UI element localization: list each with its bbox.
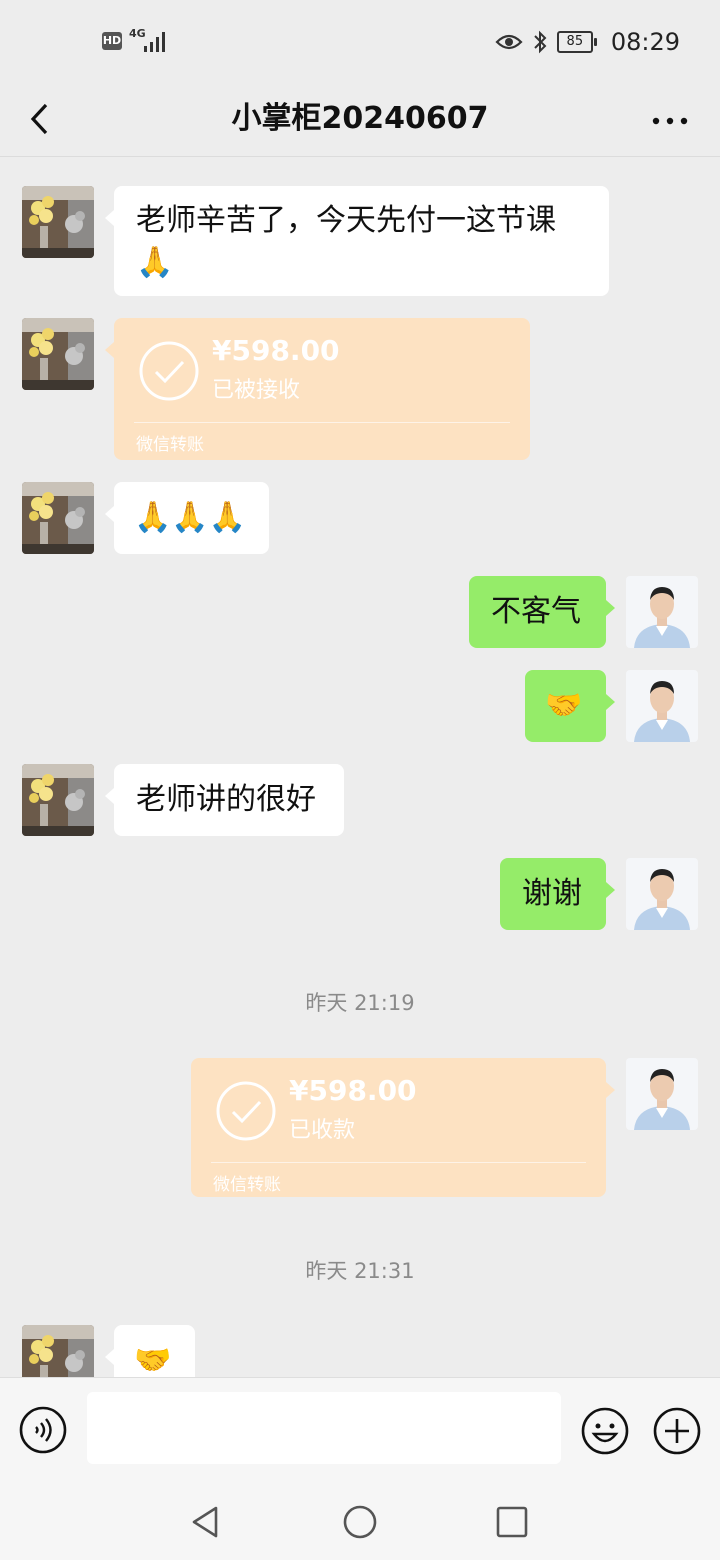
check-circle-icon <box>216 1081 276 1141</box>
transfer-status: 已收款 <box>289 1118 356 1143</box>
chat-timestamp: 昨天 21:31 <box>305 1259 415 1283</box>
transfer-status: 已被接收 <box>212 378 301 403</box>
transfer-card-received[interactable]: ¥598.00 已被接收 微信转账 <box>105 318 530 460</box>
avatar-contact[interactable] <box>22 482 94 554</box>
message-text: 老师辛苦了，今天先付一这节课 <box>136 203 556 238</box>
status-bar: HD 4G 85 08:29 <box>0 0 720 84</box>
input-bar <box>0 1377 720 1481</box>
message-text: 不客气 <box>491 594 581 629</box>
avatar-self[interactable] <box>626 1058 698 1130</box>
plus-icon[interactable] <box>652 1406 702 1456</box>
avatar-contact[interactable] <box>22 1325 94 1377</box>
transfer-divider <box>211 1162 586 1163</box>
battery-indicator: 85 <box>556 31 597 53</box>
clock: 08:29 <box>610 28 680 56</box>
avatar-self[interactable] <box>626 670 698 742</box>
pray-emoji-icon: 🙏🙏🙏 <box>134 500 247 535</box>
transfer-amount: ¥598.00 <box>212 334 340 367</box>
handshake-emoji-icon: 🤝 <box>134 1343 172 1377</box>
triangle-back-icon[interactable] <box>186 1502 226 1542</box>
chat-message-list[interactable]: 老师辛苦了，今天先付一这节课 🙏 ¥598.00 已被接收 微信转账 🙏🙏🙏 不… <box>0 157 720 1377</box>
chat-title: 小掌柜20240607 <box>231 101 489 136</box>
message-text: 谢谢 <box>522 876 582 911</box>
message-bubble-received[interactable]: 🙏🙏🙏 <box>105 482 269 554</box>
transfer-card-sent[interactable]: ¥598.00 已收款 微信转账 <box>191 1058 615 1197</box>
handshake-emoji-icon: 🤝 <box>545 688 583 723</box>
voice-icon[interactable] <box>19 1406 67 1454</box>
square-recent-icon[interactable] <box>492 1502 532 1542</box>
eye-icon <box>495 34 523 50</box>
message-text: 老师讲的很好 <box>136 782 316 817</box>
transfer-amount: ¥598.00 <box>289 1074 417 1107</box>
avatar-contact[interactable] <box>22 318 94 390</box>
more-dots-icon[interactable] <box>646 94 694 144</box>
bluetooth-icon <box>534 30 547 54</box>
signal-icon <box>144 32 165 52</box>
avatar-contact[interactable] <box>22 186 94 258</box>
transfer-divider <box>134 422 510 423</box>
message-bubble-sent[interactable]: 🤝 <box>525 670 615 742</box>
smiley-icon[interactable] <box>580 1406 630 1456</box>
transfer-footer: 微信转账 <box>213 1175 281 1195</box>
pray-emoji-icon: 🙏 <box>136 245 174 280</box>
message-input[interactable] <box>87 1392 561 1464</box>
avatar-contact[interactable] <box>22 764 94 836</box>
hd-badge: HD <box>102 32 122 50</box>
message-bubble-sent[interactable]: 不客气 <box>469 576 615 648</box>
chat-timestamp: 昨天 21:19 <box>305 991 415 1015</box>
avatar-self[interactable] <box>626 576 698 648</box>
system-nav-bar <box>0 1480 720 1560</box>
check-circle-icon <box>139 341 199 401</box>
message-bubble-received[interactable]: 🤝 <box>105 1325 195 1377</box>
message-bubble-received[interactable]: 老师辛苦了，今天先付一这节课 🙏 <box>105 186 609 296</box>
message-bubble-sent[interactable]: 谢谢 <box>500 858 615 930</box>
circle-home-icon[interactable] <box>340 1502 380 1542</box>
avatar-self[interactable] <box>626 858 698 930</box>
message-bubble-received[interactable]: 老师讲的很好 <box>105 764 344 836</box>
chat-header: 小掌柜20240607 <box>0 84 720 157</box>
transfer-footer: 微信转账 <box>136 435 204 455</box>
